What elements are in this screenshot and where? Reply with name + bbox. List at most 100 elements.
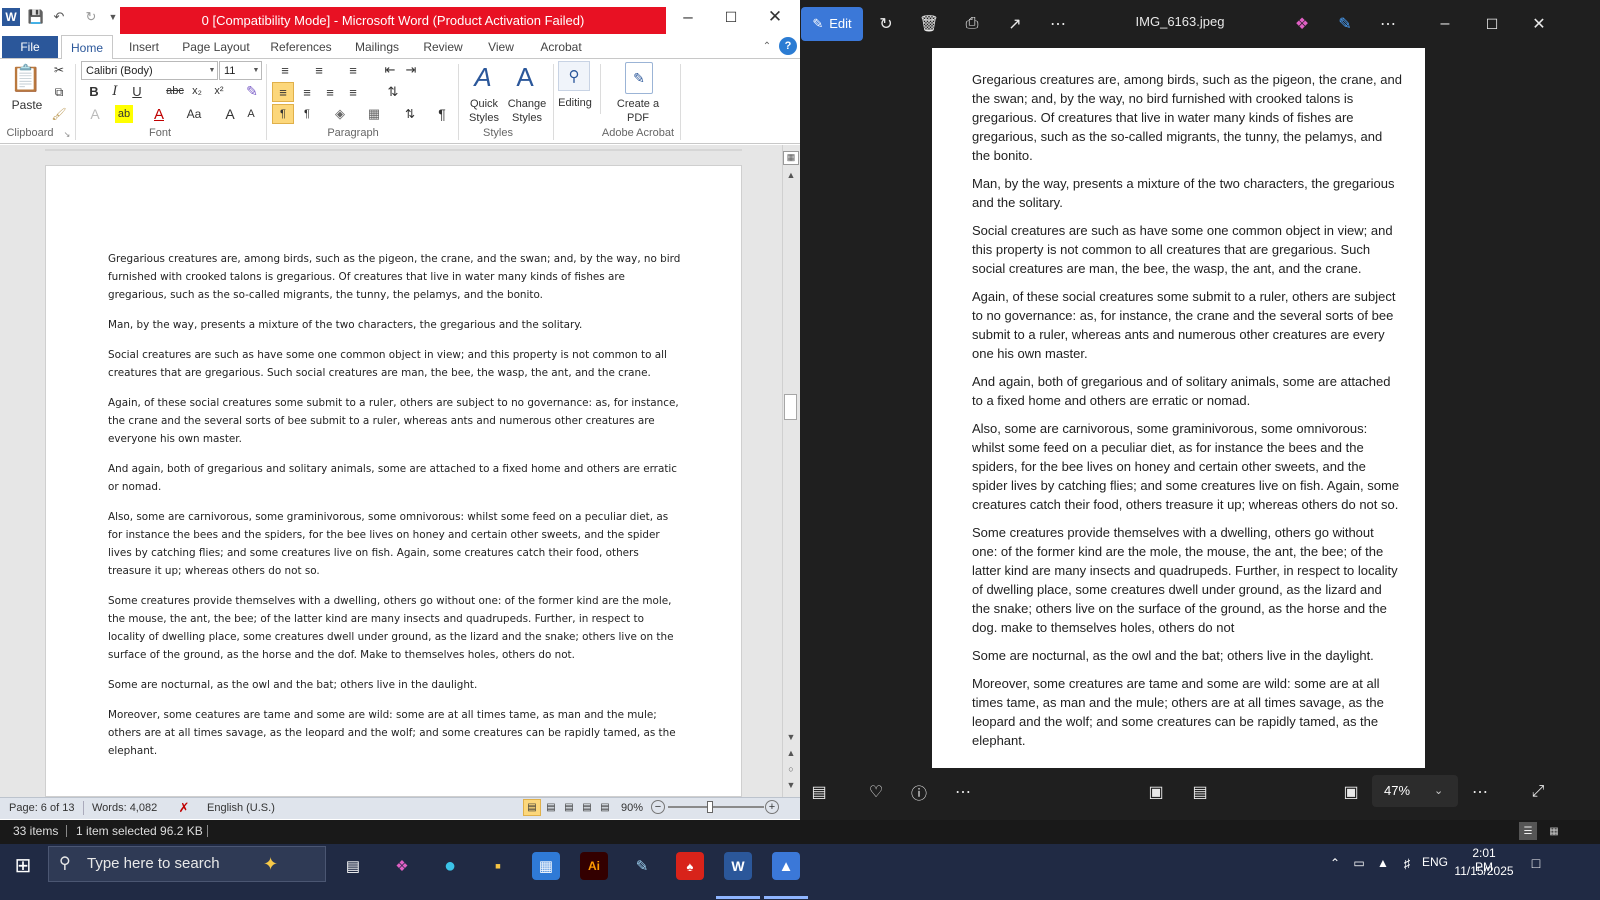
borders-icon[interactable]: ▦	[362, 104, 386, 124]
browse-object-icon[interactable]: ○	[783, 764, 799, 776]
file-explorer-icon[interactable]: ▪	[484, 852, 512, 880]
help-icon[interactable]: ?	[779, 37, 797, 55]
multilevel-list-icon[interactable]: ≡	[342, 62, 364, 78]
photos-menu-icon[interactable]: ⋯	[1374, 10, 1402, 38]
text-scan-icon[interactable]: ▤	[1185, 779, 1215, 805]
paste-icon[interactable]: 📋	[9, 60, 43, 96]
sort-icon[interactable]: ⇅	[400, 104, 420, 124]
align-right-icon[interactable]: ≡	[320, 82, 340, 102]
bold-icon[interactable]: B	[86, 83, 102, 99]
task-view-icon[interactable]: ▤	[339, 852, 367, 880]
text-effects-icon[interactable]: A	[86, 105, 104, 123]
tab-insert[interactable]: Insert	[123, 35, 165, 59]
font-color-icon[interactable]: A	[150, 105, 168, 123]
word-app-icon[interactable]: W	[2, 8, 20, 26]
tab-acrobat[interactable]: Acrobat	[536, 35, 586, 59]
tab-page-layout[interactable]: Page Layout	[180, 35, 252, 59]
page-count[interactable]: Page: 6 of 13	[9, 800, 74, 816]
bottom-more-icon[interactable]: ⋯	[948, 779, 978, 805]
edge-icon[interactable]: ●	[436, 852, 464, 880]
dialog-launcher-icon[interactable]: ↘	[63, 130, 71, 139]
doc-paragraph[interactable]: Some are nocturnal, as the owl and the b…	[108, 676, 683, 694]
subscript-icon[interactable]: x₂	[189, 83, 205, 99]
doc-paragraph[interactable]: Again, of these social creatures some su…	[108, 394, 683, 448]
draft-icon[interactable]: ▤	[597, 799, 613, 816]
tab-review[interactable]: Review	[420, 35, 466, 59]
print-icon[interactable]: ⎙	[958, 10, 986, 38]
tab-references[interactable]: References	[268, 35, 334, 59]
store-icon[interactable]: ▦	[532, 852, 560, 880]
align-center-icon[interactable]: ≡	[297, 82, 317, 102]
outline-icon[interactable]: ▤	[579, 799, 595, 816]
illustrator-icon[interactable]: Ai	[580, 852, 608, 880]
increase-indent-icon[interactable]: ⇥	[402, 62, 420, 78]
font-size-dropdown-icon[interactable]: ▼	[252, 64, 260, 76]
doc-paragraph[interactable]: Also, some are carnivorous, some gramini…	[108, 508, 683, 580]
fullscreen-icon[interactable]: ⤢	[1523, 779, 1553, 805]
justify-icon[interactable]: ≡	[343, 82, 363, 102]
language-indicator[interactable]: English (U.S.)	[207, 800, 275, 816]
shading-icon[interactable]: ◈	[328, 104, 352, 124]
wifi-icon[interactable]: ▲	[1374, 853, 1392, 873]
print-layout-icon[interactable]: ▤	[523, 799, 541, 816]
previous-page-icon[interactable]: ▲	[783, 748, 799, 760]
doc-paragraph[interactable]: Man, by the way, presents a mixture of t…	[108, 316, 683, 334]
clear-formatting-icon[interactable]: ✎	[242, 81, 262, 101]
proofing-error-icon[interactable]: ✗	[175, 799, 193, 817]
show-formatting-icon[interactable]: ¶	[433, 104, 451, 124]
clock-date[interactable]: 11/15/2025	[1454, 864, 1514, 878]
create-pdf-icon[interactable]: ✎	[625, 62, 653, 94]
word-count[interactable]: Words: 4,082	[92, 800, 157, 816]
next-page-icon[interactable]: ▼	[783, 780, 799, 792]
volume-icon[interactable]: ♯	[1398, 853, 1416, 873]
notes-icon[interactable]: ✎	[628, 852, 656, 880]
zoom-more-icon[interactable]: ⋯	[1465, 779, 1495, 805]
rtl-icon[interactable]: ¶	[297, 104, 317, 124]
show-hidden-icons-icon[interactable]: ⌃	[1327, 853, 1343, 873]
doc-paragraph[interactable]: Moreover, some ceatures are tame and som…	[108, 706, 683, 760]
designer-icon[interactable]: ✎	[1331, 10, 1359, 38]
copy-icon[interactable]: ⧉	[50, 84, 68, 100]
zoom-in-icon[interactable]: +	[765, 800, 779, 814]
redo-icon[interactable]: ↻	[82, 8, 100, 26]
italic-icon[interactable]: I	[107, 83, 123, 99]
scrollbar-thumb[interactable]	[784, 394, 797, 420]
zoom-slider-handle[interactable]	[707, 801, 713, 813]
line-spacing-icon[interactable]: ⇅	[381, 82, 405, 102]
start-icon[interactable]: ⊞	[10, 852, 36, 878]
battery-icon[interactable]: ▭	[1350, 853, 1368, 873]
fit-to-window-icon[interactable]: ▣	[1336, 779, 1366, 805]
photos-minimize-button[interactable]: –	[1431, 10, 1459, 38]
info-icon[interactable]: ⓘ	[904, 779, 934, 805]
filmstrip-icon[interactable]: ▤	[804, 779, 834, 805]
photos-maximize-button[interactable]: ☐	[1478, 10, 1506, 38]
grow-font-icon[interactable]: A	[222, 105, 238, 123]
tab-file[interactable]: File	[2, 36, 58, 58]
zoom-out-icon[interactable]: −	[651, 800, 665, 814]
minimize-button[interactable]: –	[667, 4, 709, 30]
doc-paragraph[interactable]: Some creatures provide themselves with a…	[108, 592, 683, 664]
format-painter-icon[interactable]: 🖌	[50, 106, 68, 122]
decrease-indent-icon[interactable]: ⇤	[381, 62, 399, 78]
tab-view[interactable]: View	[482, 35, 520, 59]
shrink-font-icon[interactable]: A	[243, 105, 259, 123]
save-icon[interactable]: 💾	[27, 8, 45, 26]
change-styles-icon[interactable]: A	[508, 61, 542, 93]
numbering-icon[interactable]: ≡	[308, 62, 330, 78]
quick-styles-icon[interactable]: A	[466, 61, 500, 93]
undo-icon[interactable]: ↶	[50, 8, 68, 26]
bullets-icon[interactable]: ≡	[274, 62, 296, 78]
details-view-icon[interactable]: ☰	[1519, 822, 1537, 840]
scroll-up-icon[interactable]: ▲	[783, 170, 799, 182]
thumbnails-view-icon[interactable]: ▦	[1545, 822, 1563, 840]
vertical-scrollbar[interactable]	[782, 145, 800, 797]
doc-paragraph[interactable]: And again, both of gregarious and solita…	[108, 460, 683, 496]
superscript-icon[interactable]: x²	[211, 83, 227, 99]
binoculars-icon[interactable]: ⚲	[558, 61, 590, 91]
rotate-icon[interactable]: ↻	[872, 10, 900, 38]
visual-search-icon[interactable]: ▣	[1141, 779, 1171, 805]
delete-icon[interactable]: 🗑	[915, 10, 943, 38]
font-name-field[interactable]: Calibri (Body)	[81, 61, 218, 80]
full-screen-reading-icon[interactable]: ▤	[543, 799, 559, 816]
input-language[interactable]: ENG	[1422, 855, 1448, 869]
